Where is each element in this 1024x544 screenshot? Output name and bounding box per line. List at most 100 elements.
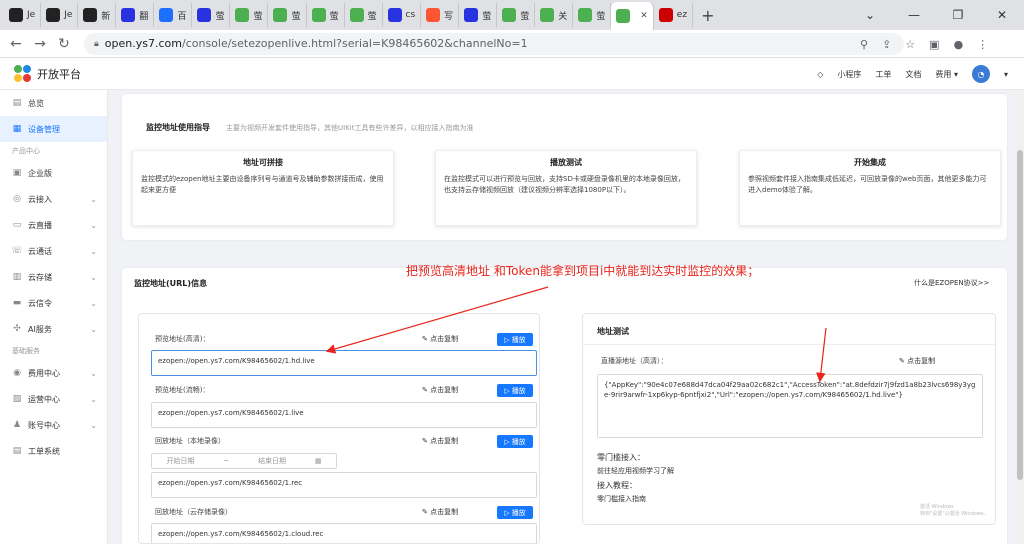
browser-tab-label: cs xyxy=(405,10,416,20)
cloud-url-field[interactable]: ezopen://open.ys7.com/K98465602/1.cloud.… xyxy=(151,523,537,543)
header-link-billing[interactable]: 费用 ▾ xyxy=(935,69,958,80)
scrollbar[interactable] xyxy=(1016,90,1024,544)
sidebar-item-cloud-live[interactable]: ▭ 云直播 ⌄ xyxy=(0,212,107,238)
guide-box-desc: 在监控模式可以进行预览与回放，支持SD卡或硬盘录像机里的本地录像回放，也支持云存… xyxy=(444,175,685,194)
guide-subtitle: 主要为视频开发套件使用指导，其他UIKit工具有些许差异，以相应接入指南为准 xyxy=(226,124,474,132)
device-icon: ▦ xyxy=(12,124,22,134)
browser-tab[interactable]: 关 xyxy=(535,3,574,27)
minimize-icon[interactable]: — xyxy=(892,8,936,22)
play-sd-button[interactable]: ▷ 播放 xyxy=(497,384,533,397)
browser-tab[interactable]: 萤 xyxy=(573,3,612,27)
play-hd-button[interactable]: ▷ 播放 xyxy=(497,333,533,346)
sidebar-item-cloud-access[interactable]: ◎ 云接入 ⌄ xyxy=(0,186,107,212)
operations-icon: ▧ xyxy=(12,394,22,404)
sidebar-item-overview[interactable]: ▤ 总览 xyxy=(0,90,107,116)
guide-box-desc: 参照视频套件接入指南集成低延迟，可回放录像的web页面，其他更多能力可进入dem… xyxy=(748,175,987,194)
header-link-ticket[interactable]: 工单 xyxy=(875,69,891,80)
sidebar-item-account[interactable]: ♟ 账号中心 ⌄ xyxy=(0,412,107,438)
browser-tab[interactable]: 萤 xyxy=(345,3,383,27)
star-icon[interactable]: ☆ xyxy=(905,38,915,51)
browser-tab-label: 萤 xyxy=(329,11,339,22)
browser-tab-label: 萤 xyxy=(291,11,301,22)
browser-tab[interactable]: Je xyxy=(41,3,79,27)
chevron-down-icon[interactable]: ▾ xyxy=(1004,70,1008,79)
close-tab-icon[interactable]: ✕ xyxy=(640,11,648,21)
reload-icon[interactable]: ↻ xyxy=(52,36,76,52)
restore-icon[interactable]: ❐ xyxy=(936,8,980,22)
share-icon[interactable]: ⇪ xyxy=(882,38,891,51)
sidebar-item-label: 云通话 xyxy=(28,246,52,256)
header-link-miniprogram[interactable]: 小程序 xyxy=(837,69,861,80)
sidebar-item-cloud-signal[interactable]: ▬ 云信令 ⌄ xyxy=(0,290,107,316)
browser-tab[interactable]: 写 xyxy=(421,3,460,27)
logo[interactable]: 开放平台 xyxy=(14,64,81,83)
back-icon[interactable]: ← xyxy=(4,36,28,52)
close-window-icon[interactable]: ✕ xyxy=(980,8,1024,22)
sidebar-item-cloud-storage[interactable]: ▥ 云存储 ⌄ xyxy=(0,264,107,290)
browser-tab[interactable]: 翻 xyxy=(116,3,155,27)
ezopen-protocol-link[interactable]: 什么是EZOPEN协议>> xyxy=(914,278,989,288)
browser-tab[interactable]: 新 xyxy=(78,3,117,27)
sd-url-field[interactable]: ezopen://open.ys7.com/K98465602/1.live xyxy=(151,402,537,428)
sidebar-item-ticket-system[interactable]: ▤ 工单系统 xyxy=(0,438,107,464)
browser-tab[interactable]: ez xyxy=(654,3,694,27)
tutorial-link[interactable]: 零门槛接入指南 xyxy=(597,494,646,504)
browser-tab[interactable]: 萤 xyxy=(307,3,345,27)
profile-icon[interactable]: ● xyxy=(954,38,964,51)
watermark-line: 转到"设置"以激活 Windows。 xyxy=(920,511,989,517)
sidebar-toggle-icon[interactable]: ▣ xyxy=(929,38,939,51)
favicon-icon xyxy=(464,8,479,22)
browser-tab[interactable]: cs xyxy=(383,3,422,27)
copy-sd-button[interactable]: ✎ 点击复制 xyxy=(422,385,458,395)
new-tab-icon[interactable]: + xyxy=(701,6,714,25)
copy-cloud-button[interactable]: ✎ 点击复制 xyxy=(422,507,458,517)
menu-dots-icon[interactable]: ⋮ xyxy=(977,38,988,51)
browser-tab[interactable]: 萤 xyxy=(459,3,498,27)
forward-icon[interactable]: → xyxy=(28,36,52,52)
url-input[interactable]: 🔒︎ open.ys7.com /console/setezopenlive.h… xyxy=(84,32,904,55)
hd-url-field[interactable]: ezopen://open.ys7.com/K98465602/1.hd.liv… xyxy=(151,350,537,376)
sidebar-item-ai-service[interactable]: ✣ AI服务 ⌄ xyxy=(0,316,107,342)
json-config-textarea[interactable]: {"AppKey":"90e4c07e688d47dca04f29aa02c68… xyxy=(597,374,983,438)
browser-tab[interactable]: Je xyxy=(4,3,42,27)
zoom-icon[interactable]: ⚲ xyxy=(860,38,868,51)
browser-tab[interactable]: 萤 xyxy=(230,3,269,27)
browser-tab[interactable]: ✕ xyxy=(611,2,654,30)
copy-rec-button[interactable]: ✎ 点击复制 xyxy=(422,436,458,446)
live-source-label: 直播源地址（高清）： xyxy=(601,357,668,365)
start-date: 开始日期 xyxy=(166,457,195,465)
copy-hd-button[interactable]: ✎ 点击复制 xyxy=(422,334,458,344)
sidebar-item-label: 云信令 xyxy=(28,298,52,308)
play-cloud-button[interactable]: ▷ 播放 xyxy=(497,506,533,519)
browser-tab[interactable]: 萤 xyxy=(497,3,536,27)
local-rec-label: 回放地址（本地录像） xyxy=(155,437,225,445)
avatar[interactable]: ◔ xyxy=(971,65,990,83)
browser-tab-label: 萤 xyxy=(596,11,606,22)
browser-tab[interactable]: 百 xyxy=(154,3,193,27)
sidebar-item-enterprise[interactable]: ▣ 企业版 xyxy=(0,160,107,186)
zero-threshold-link[interactable]: 前往轻应用视频学习了解 xyxy=(597,466,674,476)
browser-tab-label: 萤 xyxy=(253,11,263,22)
header-link-docs[interactable]: 文档 xyxy=(905,69,921,80)
sidebar-item-cloud-call[interactable]: ☏ 云通话 ⌄ xyxy=(0,238,107,264)
sidebar-item-billing[interactable]: ◉ 费用中心 ⌄ xyxy=(0,360,107,386)
sidebar-item-device-management[interactable]: ▦ 设备管理 xyxy=(0,116,107,142)
sidebar-item-operations[interactable]: ▧ 运营中心 ⌄ xyxy=(0,386,107,412)
browser-tab[interactable]: 萤 xyxy=(268,3,307,27)
favicon-icon xyxy=(121,8,136,22)
notification-icon[interactable]: ◇ xyxy=(817,70,823,79)
play-icon: ▷ xyxy=(504,386,510,395)
copy-source-button[interactable]: ✎ 点击复制 xyxy=(899,356,935,366)
scrollbar-thumb[interactable] xyxy=(1017,150,1023,480)
date-range-picker[interactable]: 开始日期 ~ 结束日期 ▦ xyxy=(151,453,337,469)
browser-tab[interactable]: 萤 xyxy=(192,3,231,27)
zero-threshold-title: 零门槛接入： xyxy=(597,453,645,462)
rec-url-field[interactable]: ezopen://open.ys7.com/K98465602/1.rec xyxy=(151,472,537,498)
play-rec-button[interactable]: ▷ 播放 xyxy=(497,435,533,448)
sidebar: ▤ 总览 ▦ 设备管理 产品中心 ▣ 企业版 ◎ 云接入 ⌄ ▭ 云直播 ⌄ ☏… xyxy=(0,90,108,544)
guide-box-splice: 地址可拼接 监控模式的ezopen地址主要由设备序列号与通道号及辅助参数拼接而成… xyxy=(132,150,394,226)
tutorial-title: 接入教程： xyxy=(597,481,637,490)
favicon-icon xyxy=(540,8,555,22)
chevron-down-icon: ⌄ xyxy=(90,368,97,378)
window-chevron-icon[interactable]: ⌄ xyxy=(848,8,892,22)
